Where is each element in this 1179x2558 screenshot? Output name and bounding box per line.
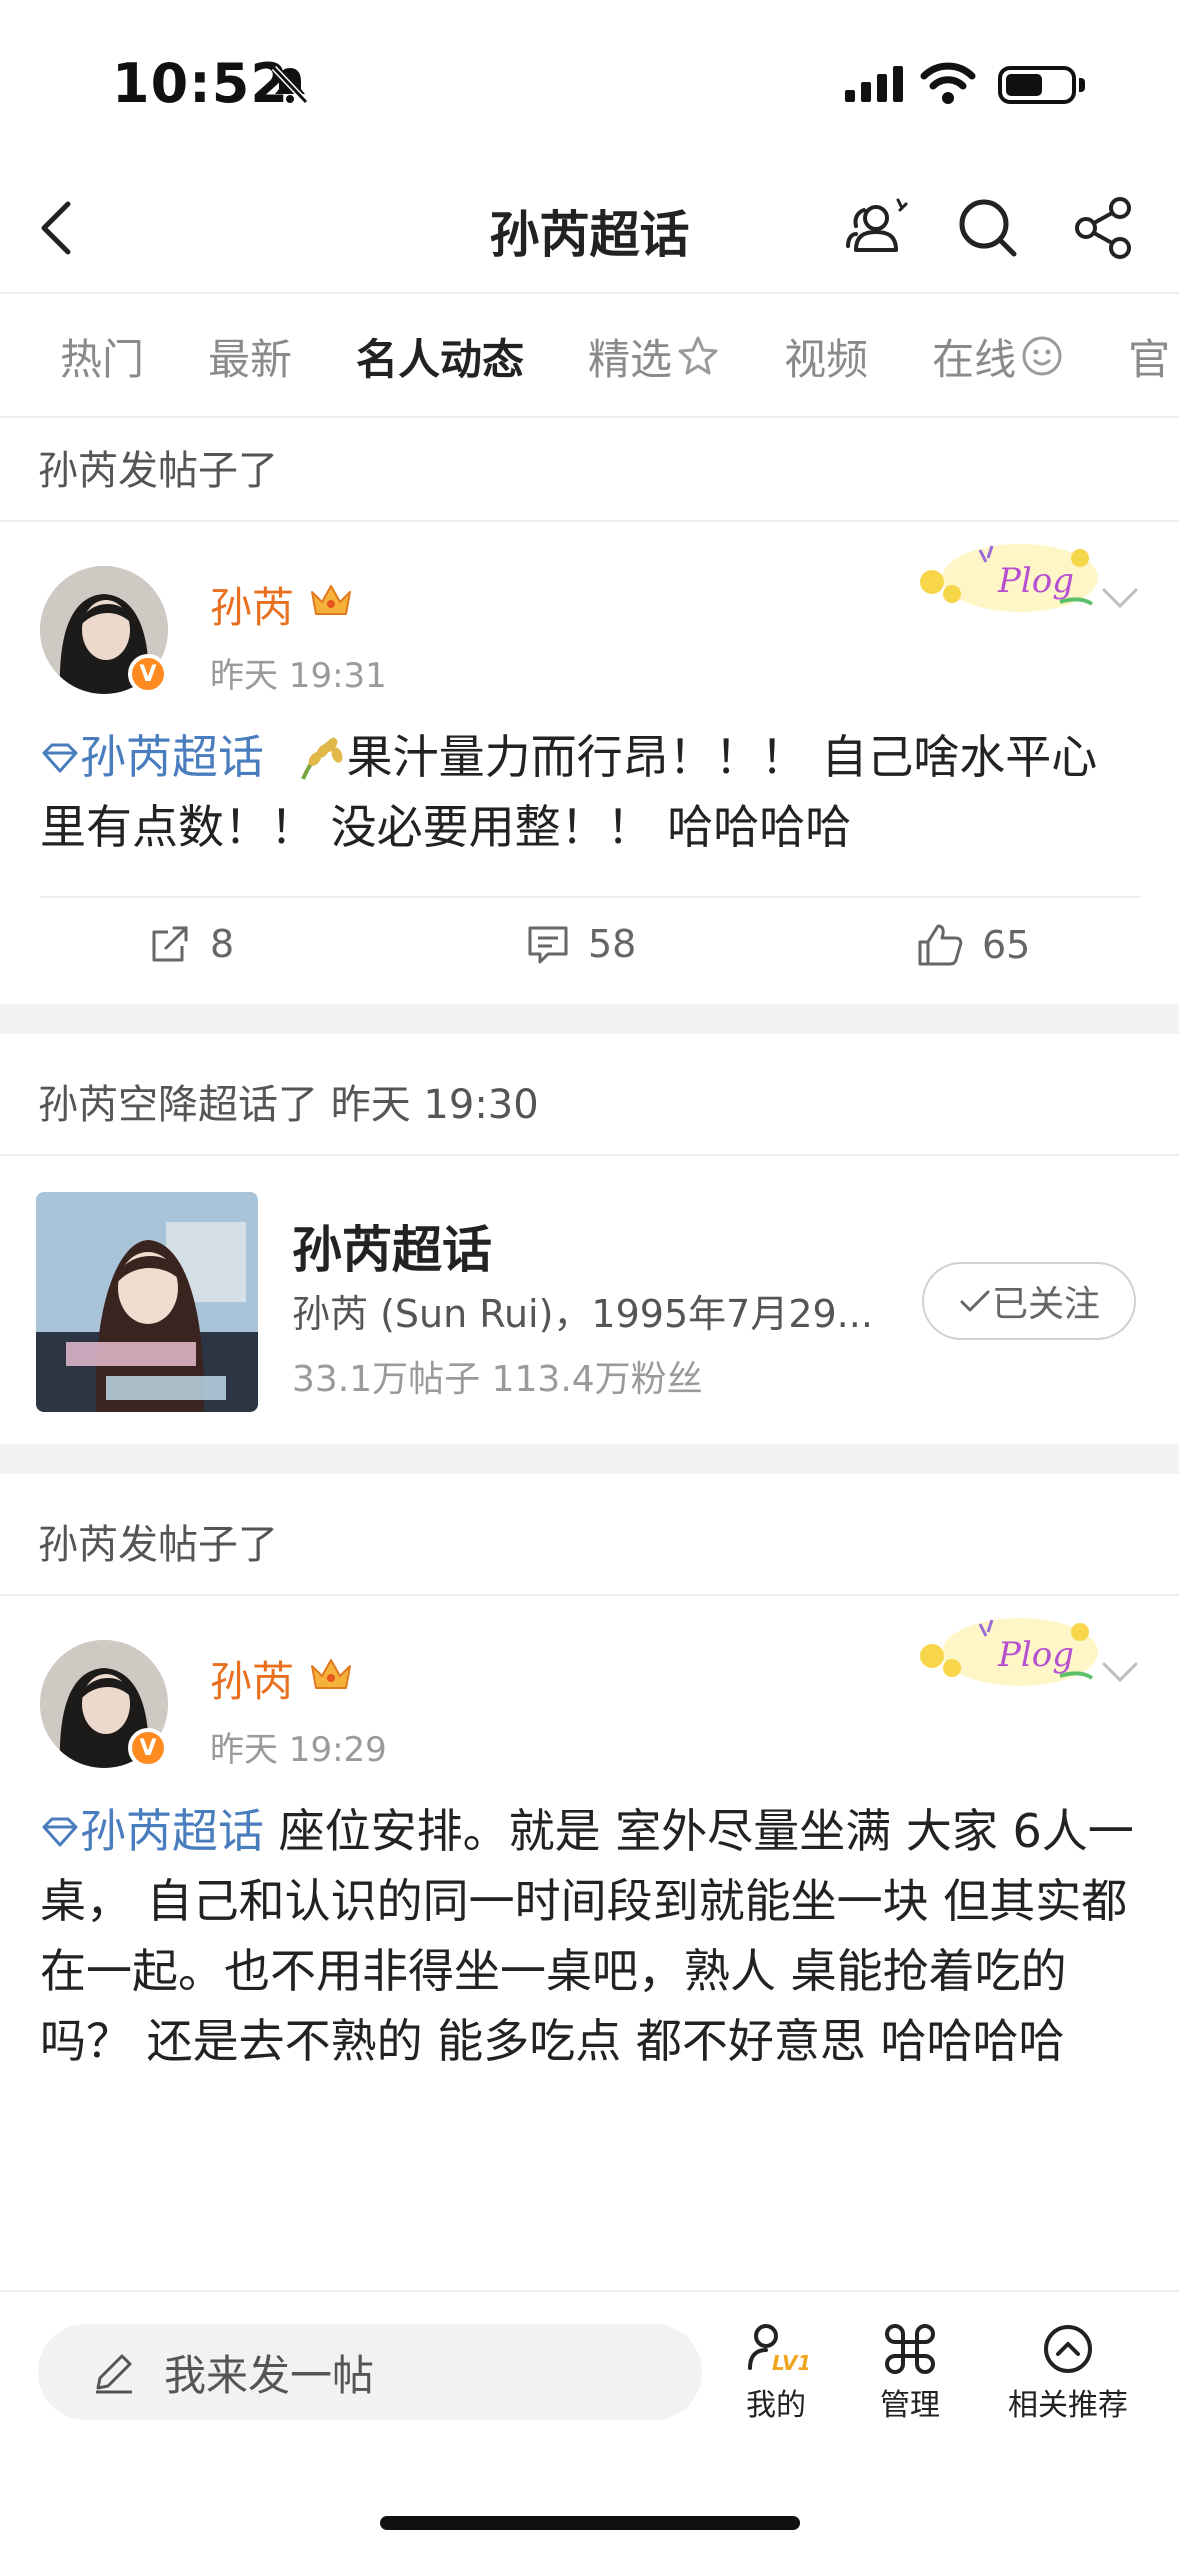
crown-icon xyxy=(311,1659,351,1689)
verified-badge-icon: V xyxy=(128,1728,168,1768)
like-thumb-icon xyxy=(918,924,963,966)
rice-emoji-icon xyxy=(300,737,343,780)
tab-celebrity-updates[interactable]: 名人动态 xyxy=(356,326,524,387)
tab-video[interactable]: 视频 xyxy=(784,326,868,387)
search-icon[interactable] xyxy=(952,192,1024,264)
topic-description: 孙芮 (Sun Rui)，1995年7月29... xyxy=(292,1292,873,1336)
crown-icon xyxy=(311,585,351,615)
topic-cover-image[interactable] xyxy=(36,1192,258,1412)
section-title: 孙芮发帖子了 xyxy=(38,1522,278,1568)
following-button[interactable]: 已关注 xyxy=(922,1262,1136,1340)
section-divider xyxy=(0,520,1179,522)
tab-latest[interactable]: 最新 xyxy=(208,326,292,387)
tabs-divider xyxy=(0,416,1179,418)
section-gap xyxy=(0,1004,1179,1034)
topic-link[interactable]: 孙芮超话 xyxy=(80,730,264,784)
status-time: 10:52 xyxy=(112,52,289,115)
wifi-icon xyxy=(920,62,976,104)
profile-level-icon: LV1 xyxy=(748,2324,808,2375)
compose-post-input[interactable]: 我来发一帖 xyxy=(38,2324,702,2420)
comment-button[interactable]: 58 xyxy=(526,922,636,966)
author-name[interactable]: 孙芮 xyxy=(210,574,294,635)
nav-related-label: 相关推荐 xyxy=(1008,2388,1128,2423)
nav-manage[interactable]: 管理 xyxy=(880,2322,940,2424)
svg-text:Plog: Plog xyxy=(997,1635,1074,1675)
chevron-up-circle-icon xyxy=(1044,2325,1092,2373)
nav-related[interactable]: 相关推荐 xyxy=(1008,2322,1128,2424)
section-title: 孙芮发帖子了 xyxy=(38,448,278,494)
share-icon[interactable] xyxy=(1068,192,1140,264)
topic-cover-photo xyxy=(36,1192,258,1412)
post-time: 昨天 19:31 xyxy=(210,656,387,696)
plog-sticker-icon: Plog xyxy=(920,544,1098,612)
post-body: 孙芮超话 果汁量力而行昂！！！ 自己啥水平心里有点数！！ 没必要用整！！ 哈哈哈… xyxy=(40,722,1140,862)
nav-mine[interactable]: LV1 我的 xyxy=(744,2322,808,2424)
comment-icon xyxy=(528,926,568,964)
tab-featured-label: 精选 xyxy=(588,334,673,384)
post-actions-divider xyxy=(40,896,1140,898)
tab-online-label: 在线 xyxy=(932,334,1017,384)
command-icon xyxy=(885,2324,935,2374)
nav-manage-label: 管理 xyxy=(880,2388,940,2423)
battery-cap xyxy=(1079,78,1085,92)
topic-stats: 33.1万帖子 113.4万粉丝 xyxy=(292,1359,703,1400)
post-time: 昨天 19:29 xyxy=(210,1730,387,1770)
svg-text:Plog: Plog xyxy=(997,561,1074,601)
section-divider xyxy=(0,1154,1179,1156)
verified-badge-icon: V xyxy=(128,654,168,694)
battery-icon xyxy=(998,66,1076,104)
bell-muted-icon xyxy=(271,65,309,105)
signal-icon xyxy=(845,66,903,102)
section-divider xyxy=(0,1594,1179,1596)
group-chat-icon[interactable] xyxy=(842,192,914,264)
tab-featured[interactable]: 精选 xyxy=(588,326,720,387)
smiley-icon xyxy=(1022,336,1062,376)
repost-icon xyxy=(152,926,188,962)
topic-diamond-icon xyxy=(42,1817,78,1847)
repost-count: 8 xyxy=(210,922,235,966)
topic-diamond-icon xyxy=(42,743,78,773)
comment-count: 58 xyxy=(588,922,637,966)
post-body: 孙芮超话 座位安排。就是 室外尽量坐满 大家 6人一桌， 自己和认识的同一时间段… xyxy=(40,1796,1140,2076)
nav-mine-label: 我的 xyxy=(746,2388,806,2423)
like-button[interactable]: 65 xyxy=(916,922,1030,968)
topic-link[interactable]: 孙芮超话 xyxy=(80,1804,264,1858)
home-indicator[interactable] xyxy=(380,2516,800,2530)
section-gap xyxy=(0,1444,1179,1474)
checkmark-icon xyxy=(960,1290,990,1312)
tab-hot[interactable]: 热门 xyxy=(60,326,144,387)
pencil-icon xyxy=(96,2354,132,2394)
tab-bar: 热门 最新 名人动态 精选 视频 在线 官 xyxy=(0,300,1179,412)
level-badge: LV1 xyxy=(772,2351,808,2375)
chevron-down-icon[interactable] xyxy=(1100,1660,1140,1684)
tab-official[interactable]: 官 xyxy=(1128,326,1170,387)
author-name[interactable]: 孙芮 xyxy=(210,1648,294,1709)
section-title: 孙芮空降超话了 昨天 19:30 xyxy=(38,1082,539,1128)
like-count: 65 xyxy=(982,923,1031,967)
plog-sticker-icon: Plog xyxy=(920,1618,1098,1686)
header-divider xyxy=(0,292,1179,294)
repost-button[interactable]: 8 xyxy=(148,922,234,966)
star-badge-icon xyxy=(678,336,718,375)
following-label: 已关注 xyxy=(991,1284,1100,1325)
compose-placeholder: 我来发一帖 xyxy=(164,2350,375,2400)
tab-online[interactable]: 在线 xyxy=(932,326,1064,387)
topic-name[interactable]: 孙芮超话 xyxy=(292,1210,492,1282)
chevron-down-icon[interactable] xyxy=(1100,586,1140,610)
